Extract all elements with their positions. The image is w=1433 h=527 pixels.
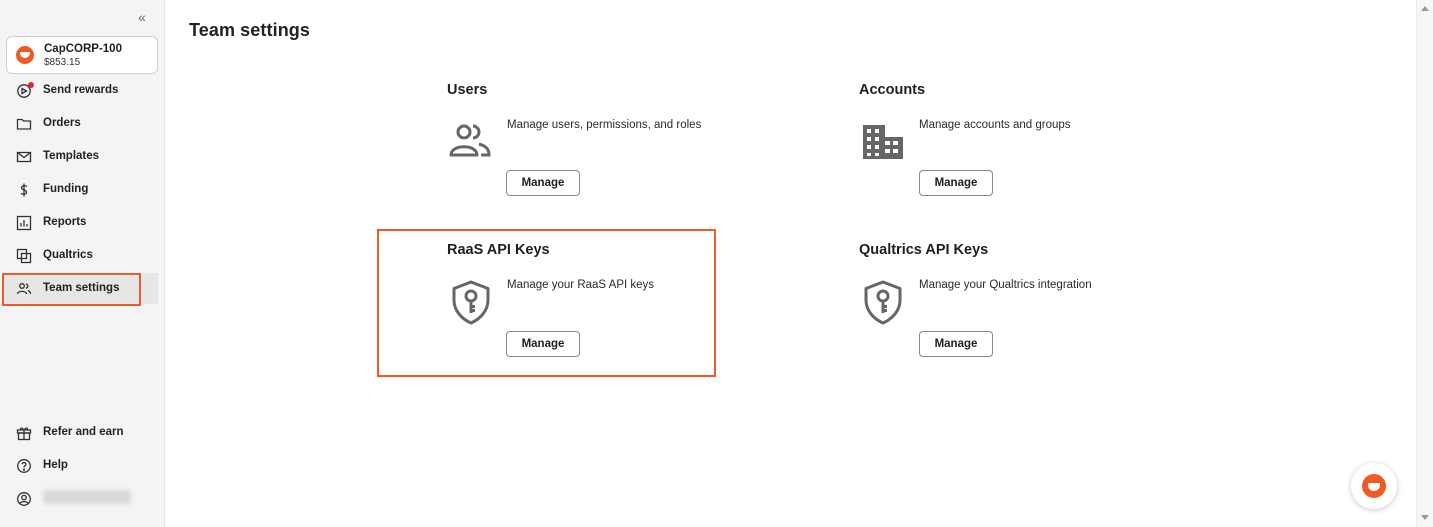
- card-description: Manage your Qualtrics integration: [919, 279, 1092, 291]
- page-title: Team settings: [189, 20, 310, 40]
- sidebar-item-label: Refer and earn: [43, 426, 124, 438]
- card-title: Accounts: [859, 82, 926, 98]
- shield-key-icon: [452, 280, 490, 325]
- sidebar-item-label: Team settings: [43, 282, 120, 294]
- chat-support-button[interactable]: [1351, 463, 1397, 509]
- sidebar-item-templates[interactable]: Templates: [3, 141, 158, 172]
- sidebar-item-help[interactable]: Help: [3, 450, 158, 481]
- sidebar: « CapCORP-100 $853.15 Send rewards Order…: [0, 0, 165, 527]
- sidebar-item-label: Help: [43, 459, 68, 471]
- account-switcher[interactable]: CapCORP-100 $853.15: [6, 36, 158, 74]
- manage-accounts-button[interactable]: Manage: [919, 170, 993, 196]
- qualtrics-icon: [16, 248, 32, 264]
- sidebar-item-orders[interactable]: Orders: [3, 108, 158, 139]
- sidebar-item-qualtrics[interactable]: Qualtrics: [3, 240, 158, 271]
- gift-icon: [16, 427, 32, 441]
- card-title: RaaS API Keys: [447, 242, 550, 258]
- account-name: CapCORP-100: [44, 43, 122, 55]
- sidebar-item-label: Send rewards: [43, 84, 119, 96]
- mail-icon: [16, 151, 32, 163]
- card-title: Qualtrics API Keys: [859, 242, 989, 258]
- user-avatar-icon: [17, 492, 31, 506]
- sidebar-item-refer-and-earn[interactable]: Refer and earn: [3, 417, 158, 448]
- sidebar-item-funding[interactable]: Funding: [3, 174, 158, 205]
- sidebar-item-label: Reports: [43, 216, 87, 228]
- chart-icon: [16, 215, 32, 231]
- card-description: Manage your RaaS API keys: [507, 279, 655, 291]
- account-balance: $853.15: [44, 57, 81, 68]
- folder-icon: [16, 118, 32, 130]
- manage-raas-api-keys-button[interactable]: Manage: [506, 331, 580, 357]
- collapse-sidebar-icon[interactable]: «: [134, 9, 150, 25]
- help-icon: [17, 459, 31, 473]
- sidebar-item-team-settings[interactable]: Team settings: [3, 273, 158, 304]
- dollar-icon: [20, 183, 28, 197]
- sidebar-item-label: Funding: [43, 183, 89, 195]
- team-icon: [16, 283, 32, 295]
- vertical-scrollbar[interactable]: [1416, 0, 1433, 527]
- card-title: Users: [447, 82, 488, 98]
- brand-logo-icon: [16, 46, 34, 64]
- card-description: Manage users, permissions, and roles: [507, 119, 702, 131]
- scroll-down-arrow-icon[interactable]: [1421, 515, 1429, 520]
- manage-qualtrics-api-keys-button[interactable]: Manage: [919, 331, 993, 357]
- card-description: Manage accounts and groups: [919, 119, 1071, 131]
- sidebar-item-send-rewards[interactable]: Send rewards: [3, 75, 158, 106]
- blurred-user-name: [43, 490, 131, 504]
- sidebar-item-label: Qualtrics: [43, 249, 93, 261]
- sidebar-item-profile[interactable]: [3, 483, 158, 514]
- scroll-up-arrow-icon[interactable]: [1421, 6, 1429, 11]
- building-icon: [863, 125, 903, 159]
- sidebar-item-reports[interactable]: Reports: [3, 207, 158, 238]
- notification-dot: [28, 82, 34, 88]
- sidebar-item-label: Orders: [43, 117, 81, 129]
- users-icon: [449, 124, 491, 157]
- brand-logo-icon: [1362, 474, 1386, 498]
- manage-users-button[interactable]: Manage: [506, 170, 580, 196]
- sidebar-item-label: Templates: [43, 150, 100, 162]
- shield-key-icon: [864, 280, 902, 325]
